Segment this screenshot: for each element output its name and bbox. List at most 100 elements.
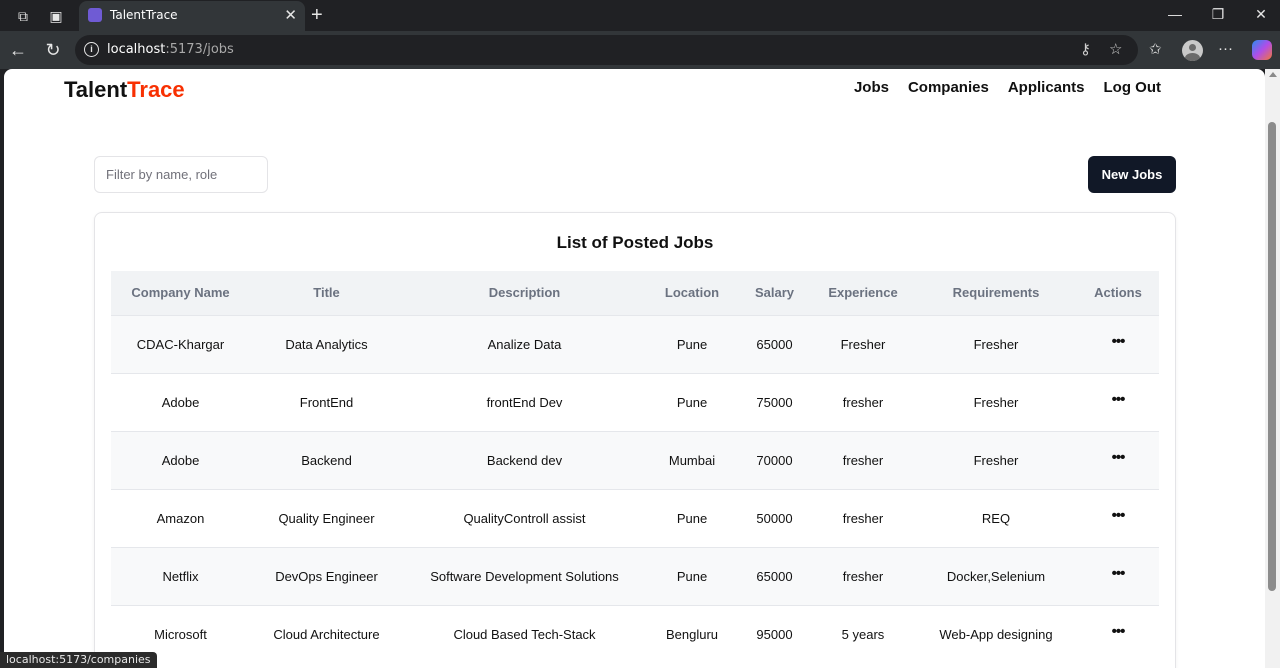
cell-description: Backend dev [403,430,646,489]
jobs-table: Company Name Title Description Location … [111,271,1159,663]
scroll-up-arrow-icon[interactable] [1269,72,1277,77]
minimize-icon[interactable]: — [1160,6,1190,22]
refresh-icon[interactable]: ↻ [42,40,64,60]
jobs-card: List of Posted Jobs Company Name Title D… [94,212,1176,668]
header-title: Title [250,271,403,315]
cell-experience: fresher [811,430,915,489]
profile-avatar[interactable] [1182,40,1203,61]
row-actions-icon[interactable]: ••• [1112,449,1126,466]
cell-title: Data Analytics [250,314,403,373]
filter-input[interactable] [94,156,268,193]
header-salary: Salary [738,271,811,315]
jobs-table-caption: List of Posted Jobs [556,233,714,252]
cell-salary: 50000 [738,488,811,547]
site-info-icon[interactable]: i [84,42,99,57]
header-actions: Actions [1077,271,1159,315]
table-row: Adobe Backend Backend dev Mumbai 70000 f… [111,430,1159,489]
logo-part-1: Talent [64,77,128,102]
scrollbar-thumb[interactable] [1268,122,1276,591]
cell-company: Netflix [111,546,250,605]
tab-actions-icon[interactable]: ▣ [46,6,66,26]
cell-experience: fresher [811,488,915,547]
nav-applicants[interactable]: Applicants [1008,79,1085,96]
cell-title: DevOps Engineer [250,546,403,605]
table-row: Adobe FrontEnd frontEnd Dev Pune 75000 f… [111,372,1159,431]
app-logo[interactable]: TalentTrace [64,77,185,103]
table-row: Netflix DevOps Engineer Software Develop… [111,546,1159,605]
browser-tab[interactable]: TalentTrace ✕ [79,1,305,31]
back-icon[interactable]: ← [7,40,29,60]
cell-description: frontEnd Dev [403,372,646,431]
browser-toolbar: ← ↻ i localhost:5173/jobs ⚷ ☆ ✩ ··· [0,31,1280,69]
row-actions-icon[interactable]: ••• [1112,333,1126,350]
top-navigation: Jobs Companies Applicants Log Out [854,79,1161,96]
logo-part-2: Trace [127,77,185,102]
nav-log-out[interactable]: Log Out [1104,79,1161,96]
cell-location: Mumbai [646,430,738,489]
nav-companies[interactable]: Companies [908,79,989,96]
cell-title: Quality Engineer [250,488,403,547]
new-tab-icon[interactable]: + [311,4,323,27]
cell-requirements: Fresher [915,430,1077,489]
tab-close-icon[interactable]: ✕ [284,6,297,24]
header-experience: Experience [811,271,915,315]
cell-requirements: Fresher [915,372,1077,431]
browser-viewport: TalentTrace Jobs Companies Applicants Lo… [0,69,1280,668]
nav-jobs[interactable]: Jobs [854,79,889,96]
new-jobs-button[interactable]: New Jobs [1088,156,1176,193]
cell-description: Cloud Based Tech-Stack [403,604,646,663]
row-actions-icon[interactable]: ••• [1112,565,1126,582]
cell-company: Adobe [111,430,250,489]
tab-favicon-icon [88,8,102,22]
cell-experience: Fresher [811,314,915,373]
url-host: localhost [107,42,166,57]
tab-title: TalentTrace [110,8,178,22]
copilot-icon[interactable] [1252,40,1272,60]
cell-title: FrontEnd [250,372,403,431]
favorite-star-icon[interactable]: ☆ [1109,40,1122,58]
cell-location: Bengluru [646,604,738,663]
cell-requirements: REQ [915,488,1077,547]
header-requirements: Requirements [915,271,1077,315]
more-options-icon[interactable]: ··· [1218,40,1233,57]
cell-salary: 70000 [738,430,811,489]
cell-location: Pune [646,314,738,373]
cell-experience: 5 years [811,604,915,663]
header-company-name: Company Name [111,271,250,315]
cell-location: Pune [646,372,738,431]
header-description: Description [403,271,646,315]
cell-description: Analize Data [403,314,646,373]
cell-title: Backend [250,430,403,489]
cell-location: Pune [646,546,738,605]
cell-salary: 65000 [738,546,811,605]
page-scrollbar[interactable] [1265,69,1280,668]
browser-tab-bar: ⧉ ▣ TalentTrace ✕ + — ❐ ✕ [0,0,1280,31]
cell-title: Cloud Architecture [250,604,403,663]
row-actions-icon[interactable]: ••• [1112,391,1126,408]
status-bar-url: localhost:5173/companies [0,652,157,668]
row-actions-icon[interactable]: ••• [1112,623,1126,640]
cell-requirements: Docker,Selenium [915,546,1077,605]
cell-requirements: Web-App designing [915,604,1077,663]
workspaces-icon[interactable]: ⧉ [13,6,33,26]
header-location: Location [646,271,738,315]
cell-salary: 65000 [738,314,811,373]
cell-location: Pune [646,488,738,547]
cell-experience: fresher [811,372,915,431]
web-page: TalentTrace Jobs Companies Applicants Lo… [4,69,1265,668]
table-row: Microsoft Cloud Architecture Cloud Based… [111,604,1159,663]
address-bar[interactable]: i localhost:5173/jobs ⚷ ☆ [75,35,1138,65]
table-row: CDAC-Khargar Data Analytics Analize Data… [111,314,1159,373]
row-actions-icon[interactable]: ••• [1112,507,1126,524]
cell-company: Adobe [111,372,250,431]
cell-company: CDAC-Khargar [111,314,250,373]
cell-salary: 75000 [738,372,811,431]
cell-salary: 95000 [738,604,811,663]
restore-icon[interactable]: ❐ [1203,6,1233,23]
favorites-icon[interactable]: ✩ [1149,40,1162,58]
password-key-icon[interactable]: ⚷ [1080,40,1091,58]
url-text[interactable]: localhost:5173/jobs [107,42,234,57]
cell-description: Software Development Solutions [403,546,646,605]
cell-requirements: Fresher [915,314,1077,373]
close-window-icon[interactable]: ✕ [1246,6,1276,23]
